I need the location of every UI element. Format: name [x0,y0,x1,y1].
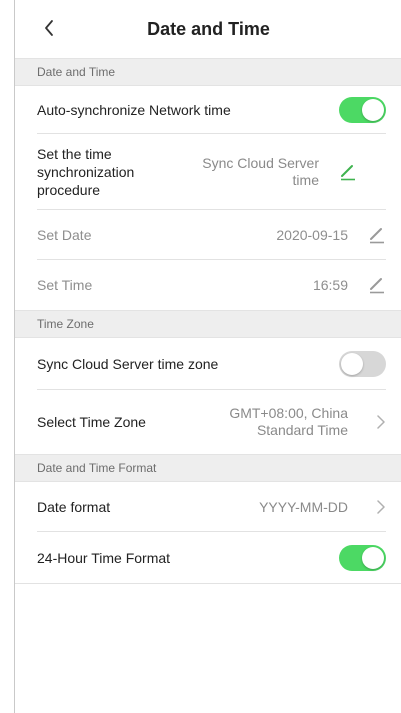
select-tz-arrow [360,414,386,430]
sync-procedure-value: Sync Cloud Server time [202,155,319,188]
auto-sync-toggle[interactable] [339,97,386,123]
set-time-label: Set Time [37,277,93,293]
auto-sync-row[interactable]: Auto-synchronize Network time [15,86,401,134]
edit-icon [370,228,384,244]
sync-tz-row[interactable]: Sync Cloud Server time zone [15,338,401,390]
section-header-date-time: Date and Time [15,58,401,86]
set-date-row: Set Date 2020-09-15 [15,210,401,260]
date-format-label: Date format [37,499,111,515]
section-header-time-zone: Time Zone [15,310,401,338]
sync-tz-label: Sync Cloud Server time zone [37,356,219,372]
select-tz-value: GMT+08:00, China Standard Time [229,405,348,438]
auto-sync-label: Auto-synchronize Network time [37,102,231,118]
date-format-value: YYYY-MM-DD [259,498,348,515]
sync-procedure-edit-button[interactable] [331,163,357,181]
select-tz-row[interactable]: Select Time Zone GMT+08:00, China Standa… [15,390,401,454]
set-time-edit-button [360,276,386,294]
date-format-arrow [360,499,386,515]
chevron-right-icon [377,500,385,514]
hour24-label: 24-Hour Time Format [37,550,171,566]
toggle-knob [362,99,384,121]
sync-procedure-label: Set the time synchronization procedure [37,146,135,198]
back-button[interactable] [35,12,63,44]
select-tz-label: Select Time Zone [37,414,146,430]
set-date-label: Set Date [37,227,92,243]
set-date-edit-button [360,226,386,244]
hour24-row[interactable]: 24-Hour Time Format [15,532,401,584]
edit-icon [341,165,355,181]
chevron-right-icon [377,415,385,429]
toggle-knob [341,353,363,375]
set-time-value: 16:59 [312,276,348,293]
chevron-left-icon [45,20,53,36]
set-time-row: Set Time 16:59 [15,260,401,310]
header: Date and Time [15,0,401,58]
edit-icon [370,278,384,294]
date-format-row[interactable]: Date format YYYY-MM-DD [15,482,401,532]
page-title: Date and Time [147,18,270,39]
divider [15,583,401,584]
sync-procedure-row[interactable]: Set the time synchronization procedure S… [15,134,401,210]
set-date-value: 2020-09-15 [276,226,348,243]
section-header-format: Date and Time Format [15,454,401,482]
hour24-toggle[interactable] [339,545,386,571]
toggle-knob [362,547,384,569]
sync-tz-toggle[interactable] [339,351,386,377]
settings-screen: Date and Time Date and Time Auto-synchro… [14,0,401,713]
